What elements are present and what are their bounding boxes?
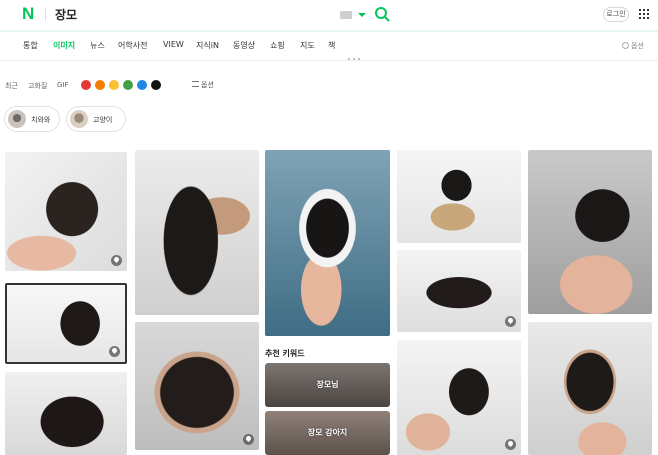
chip-thumbnail <box>8 110 26 128</box>
apps-grid-icon[interactable] <box>639 9 649 19</box>
tab-dictionary[interactable]: 어학사전 <box>118 40 147 51</box>
tab-all[interactable]: 통합 <box>23 40 38 51</box>
filter-options[interactable]: 옵션 <box>192 80 214 90</box>
tab-view[interactable]: VIEW <box>163 40 184 49</box>
search-query[interactable]: 장모 <box>55 6 77 23</box>
tab-news[interactable]: 뉴스 <box>90 40 105 51</box>
recommended-keyword-card[interactable]: 장모 강아지 <box>265 411 390 455</box>
image-result[interactable] <box>5 372 127 455</box>
filter-hd[interactable]: 고화질 <box>28 81 47 91</box>
color-filter-blue[interactable] <box>137 80 147 90</box>
search-tabs: 통합 이미지 뉴스 어학사전 VIEW 지식iN 동영상 쇼핑 지도 책 옵션 <box>0 33 658 60</box>
top-header: N 장모 로그인 <box>0 0 658 30</box>
sliders-icon <box>192 81 199 87</box>
location-pin-icon <box>505 439 516 450</box>
image-result[interactable] <box>5 152 127 271</box>
recommended-keywords-title: 추천 키워드 <box>265 349 305 358</box>
naver-logo[interactable]: N <box>22 5 40 23</box>
color-filter-orange[interactable] <box>95 80 105 90</box>
filter-gif[interactable]: GIF <box>57 81 69 89</box>
image-result[interactable] <box>397 150 521 243</box>
image-result[interactable] <box>528 150 652 314</box>
tab-images[interactable]: 이미지 <box>53 40 75 51</box>
caret-down-icon[interactable] <box>358 13 366 17</box>
image-result[interactable] <box>397 250 521 332</box>
color-filter-black[interactable] <box>151 80 161 90</box>
recommended-keyword-label: 장모님 <box>316 380 339 389</box>
chip-label: 고양이 <box>93 116 113 124</box>
more-dots-icon[interactable] <box>348 45 364 60</box>
image-result[interactable] <box>135 322 259 450</box>
image-result[interactable] <box>135 150 259 315</box>
filter-recent[interactable]: 최근 <box>5 81 18 91</box>
filter-bar: 최근 고화질 GIF 옵션 <box>0 76 658 96</box>
gear-icon <box>622 42 629 49</box>
location-pin-icon <box>109 346 120 357</box>
recommended-keyword-label: 장모 강아지 <box>307 428 348 437</box>
image-result[interactable] <box>397 340 521 455</box>
login-button[interactable]: 로그인 <box>603 7 629 22</box>
keyboard-icon[interactable] <box>340 11 352 19</box>
tab-shopping[interactable]: 쇼핑 <box>270 40 285 51</box>
header-underline <box>0 30 658 32</box>
related-chip-cat[interactable]: 고양이 <box>66 106 126 132</box>
recommended-keyword-card[interactable]: 장모님 <box>265 363 390 407</box>
chip-thumbnail <box>70 110 88 128</box>
settings-label: 옵션 <box>631 42 644 50</box>
search-settings[interactable]: 옵션 <box>622 41 644 51</box>
image-result[interactable] <box>528 322 652 455</box>
color-filter-green[interactable] <box>123 80 133 90</box>
chip-label: 치와와 <box>31 116 51 124</box>
options-label: 옵션 <box>201 81 214 89</box>
location-pin-icon <box>243 434 254 445</box>
location-pin-icon <box>111 255 122 266</box>
location-pin-icon <box>505 316 516 327</box>
related-chip-chihuahua[interactable]: 치와와 <box>4 106 60 132</box>
color-filter-red[interactable] <box>81 80 91 90</box>
image-result-selected[interactable] <box>5 283 127 364</box>
search-icon[interactable] <box>374 6 390 22</box>
nav-divider <box>0 60 658 61</box>
tab-kin[interactable]: 지식iN <box>196 40 219 51</box>
image-result[interactable] <box>265 150 390 336</box>
tab-books[interactable]: 책 <box>328 40 335 51</box>
header-divider <box>45 8 46 21</box>
color-filter-yellow[interactable] <box>109 80 119 90</box>
tab-map[interactable]: 지도 <box>300 40 315 51</box>
tab-video[interactable]: 동영상 <box>233 40 255 51</box>
